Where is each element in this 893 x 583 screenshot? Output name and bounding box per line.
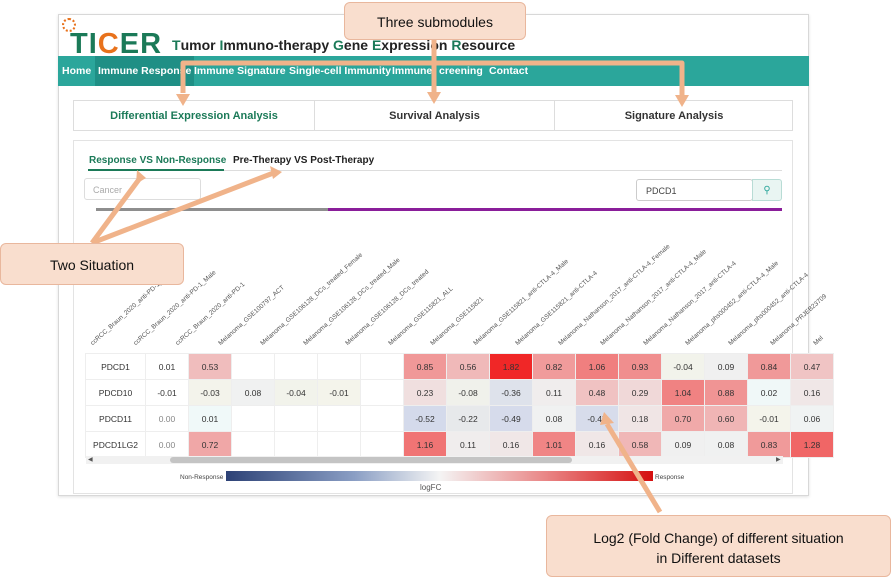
callout-line-1: Log2 (Fold Change) of different situatio… bbox=[593, 530, 844, 546]
callout-three-submodules: Three submodules bbox=[344, 2, 526, 40]
callout-log2-fold-change: Log2 (Fold Change) of different situatio… bbox=[546, 515, 891, 577]
callout-line-2: in Different datasets bbox=[656, 550, 781, 566]
annotation-arrows bbox=[89, 40, 689, 514]
callout-two-situation: Two Situation bbox=[0, 243, 184, 285]
